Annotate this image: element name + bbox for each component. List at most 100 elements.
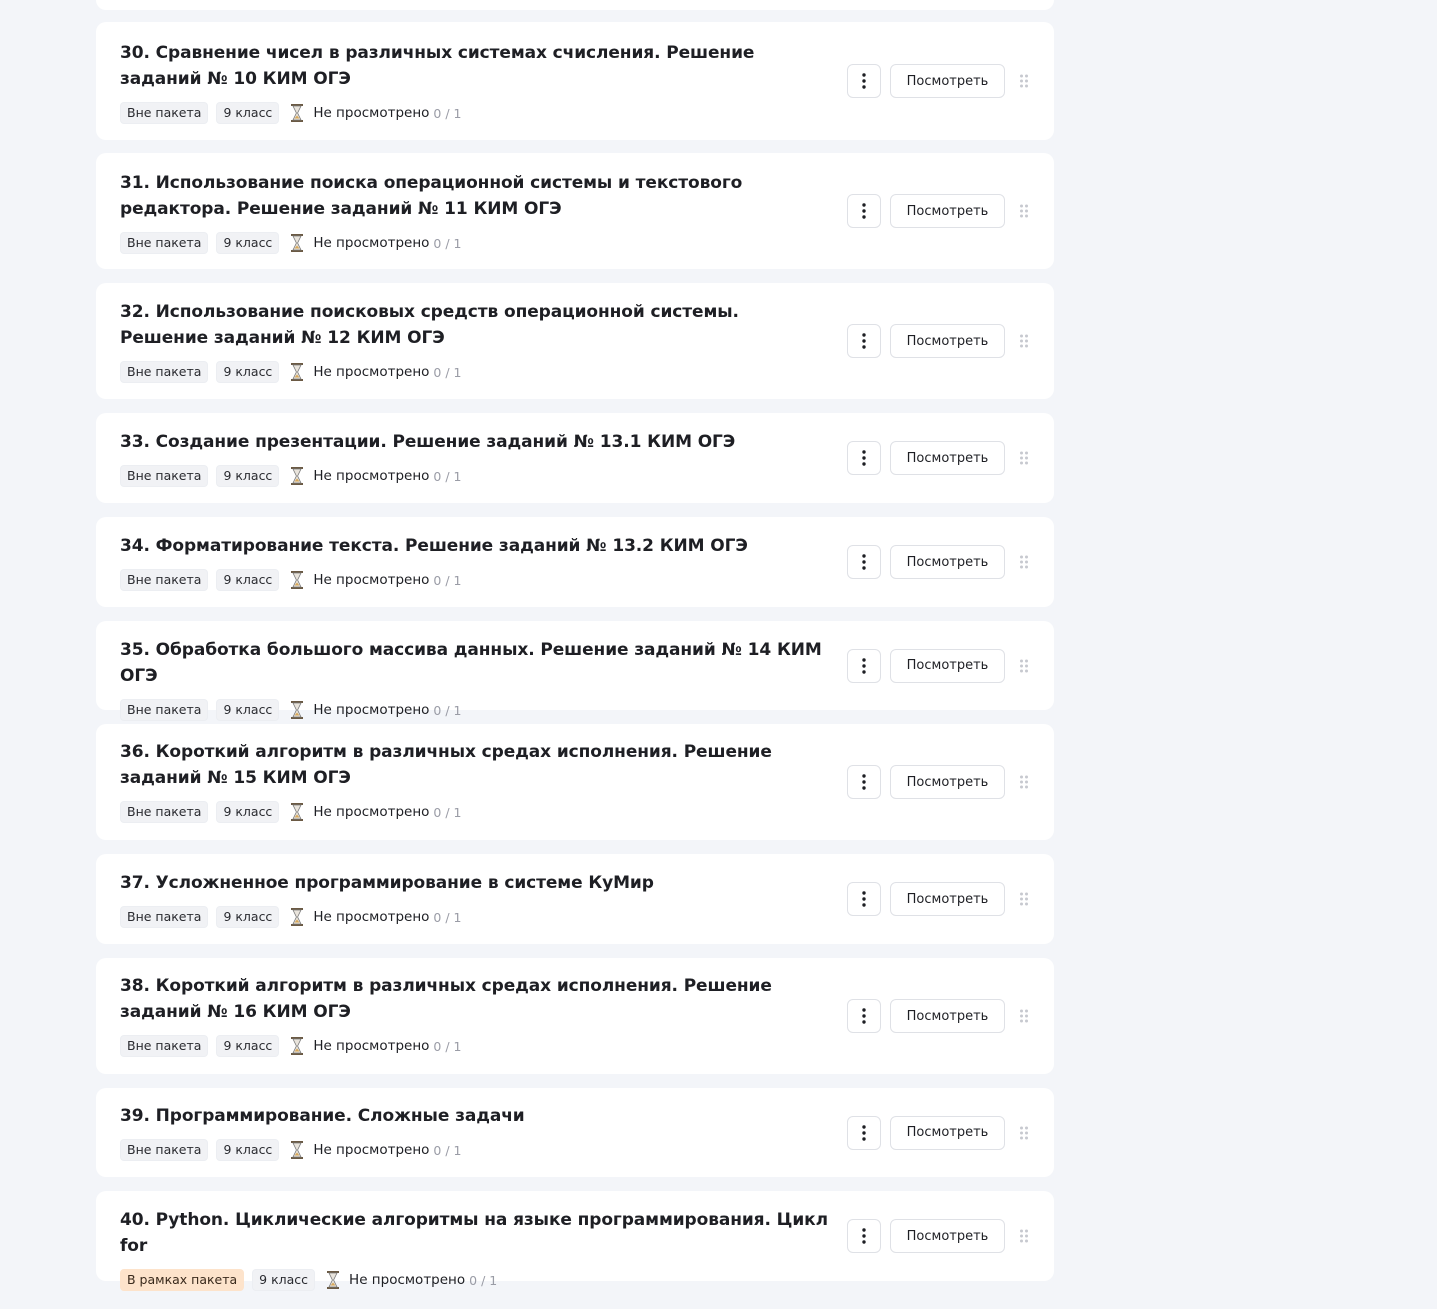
lesson-card: 35. Обработка большого массива данных. Р… <box>96 621 1054 721</box>
drag-handle-icon[interactable] <box>1018 1125 1030 1141</box>
view-status: Не просмотрено <box>313 909 430 925</box>
lesson-meta: Вне пакета 9 класс Не просмотрено 0 / 1 <box>120 102 832 124</box>
lesson-title[interactable]: 39. Программирование. Сложные задачи <box>120 1103 832 1129</box>
lesson-meta: Вне пакета 9 класс Не просмотрено 0 / 1 <box>120 906 832 928</box>
hourglass-icon <box>289 1036 305 1056</box>
view-button[interactable]: Посмотреть <box>890 324 1005 358</box>
lesson-meta: Вне пакета 9 класс Не просмотрено 0 / 1 <box>120 569 832 591</box>
lesson-title[interactable]: 30. Сравнение чисел в различных системах… <box>120 40 832 92</box>
view-button[interactable]: Посмотреть <box>890 882 1005 916</box>
drag-handle-icon[interactable] <box>1018 554 1030 570</box>
view-button[interactable]: Посмотреть <box>890 545 1005 579</box>
grade-tag: 9 класс <box>216 569 280 591</box>
hourglass-icon <box>325 1270 341 1290</box>
drag-handle-icon[interactable] <box>1018 891 1030 907</box>
hourglass-icon <box>289 1140 305 1160</box>
view-status: Не просмотрено <box>313 804 430 820</box>
more-menu-button[interactable] <box>847 324 881 358</box>
lesson-title[interactable]: 35. Обработка большого массива данных. Р… <box>120 637 832 689</box>
lesson-card: 36. Короткий алгоритм в различных средах… <box>96 724 1054 840</box>
grade-tag: 9 класс <box>216 465 280 487</box>
view-button[interactable]: Посмотреть <box>890 1219 1005 1253</box>
more-vertical-icon <box>862 203 866 219</box>
view-progress: 0 / 1 <box>433 909 462 925</box>
lesson-card: 38. Короткий алгоритм в различных средах… <box>96 958 1054 1074</box>
view-progress: 0 / 1 <box>433 1038 462 1054</box>
lesson-card: 30. Сравнение чисел в различных системах… <box>96 22 1054 140</box>
drag-handle-icon[interactable] <box>1018 203 1030 219</box>
lesson-title[interactable]: 32. Использование поисковых средств опер… <box>120 299 832 351</box>
view-button[interactable]: Посмотреть <box>890 194 1005 228</box>
more-vertical-icon <box>862 73 866 89</box>
more-menu-button[interactable] <box>847 882 881 916</box>
drag-handle-icon[interactable] <box>1018 333 1030 349</box>
grade-tag: 9 класс <box>216 801 280 823</box>
package-tag: Вне пакета <box>120 361 209 383</box>
lesson-title[interactable]: 33. Создание презентации. Решение задани… <box>120 429 832 455</box>
more-menu-button[interactable] <box>847 648 881 683</box>
view-status: Не просмотрено <box>313 572 430 588</box>
more-menu-button[interactable] <box>847 1219 881 1253</box>
drag-handle-icon[interactable] <box>1018 1008 1030 1024</box>
lesson-title[interactable]: 31. Использование поиска операционной си… <box>120 170 832 222</box>
lesson-title[interactable]: 37. Усложненное программирование в систе… <box>120 870 832 896</box>
package-tag: Вне пакета <box>120 699 209 721</box>
view-status: Не просмотрено <box>313 702 430 718</box>
more-vertical-icon <box>862 333 866 349</box>
more-vertical-icon <box>862 1008 866 1024</box>
view-progress: 0 / 1 <box>433 804 462 820</box>
more-vertical-icon <box>862 450 866 466</box>
lesson-meta: Вне пакета 9 класс Не просмотрено 0 / 1 <box>120 361 832 383</box>
lesson-card: 32. Использование поисковых средств опер… <box>96 283 1054 399</box>
drag-handle-icon[interactable] <box>1018 1228 1030 1244</box>
more-menu-button[interactable] <box>847 1115 881 1150</box>
view-button[interactable]: Посмотреть <box>890 1115 1005 1150</box>
view-status: Не просмотрено <box>313 105 430 121</box>
lesson-meta: В рамках пакета 9 класс Не просмотрено 0… <box>120 1269 832 1291</box>
card-actions: Посмотреть <box>847 64 1030 98</box>
view-button[interactable]: Посмотреть <box>890 441 1005 475</box>
card-actions: Посмотреть <box>847 1219 1030 1253</box>
more-menu-button[interactable] <box>847 545 881 579</box>
card-actions: Посмотреть <box>847 882 1030 916</box>
package-tag: Вне пакета <box>120 465 209 487</box>
lesson-title[interactable]: 34. Форматирование текста. Решение задан… <box>120 533 832 559</box>
view-button[interactable]: Посмотреть <box>890 999 1005 1033</box>
lesson-title[interactable]: 36. Короткий алгоритм в различных средах… <box>120 739 832 791</box>
drag-handle-icon[interactable] <box>1018 658 1030 674</box>
package-tag: Вне пакета <box>120 1035 209 1057</box>
package-tag: Вне пакета <box>120 906 209 928</box>
view-progress: 0 / 1 <box>433 468 462 484</box>
hourglass-icon <box>289 103 305 123</box>
view-status: Не просмотрено <box>313 468 430 484</box>
more-menu-button[interactable] <box>847 64 881 98</box>
lesson-meta: Вне пакета 9 класс Не просмотрено 0 / 1 <box>120 232 832 254</box>
lesson-card: 31. Использование поиска операционной си… <box>96 153 1054 269</box>
view-progress: 0 / 1 <box>433 572 462 588</box>
more-menu-button[interactable] <box>847 194 881 228</box>
drag-handle-icon[interactable] <box>1018 774 1030 790</box>
package-tag: Вне пакета <box>120 569 209 591</box>
drag-handle-icon[interactable] <box>1018 73 1030 89</box>
grade-tag: 9 класс <box>216 361 280 383</box>
hourglass-icon <box>289 700 305 720</box>
view-progress: 0 / 1 <box>433 235 462 251</box>
lesson-title[interactable]: 40. Python. Циклические алгоритмы на язы… <box>120 1207 832 1259</box>
view-button[interactable]: Посмотреть <box>890 64 1005 98</box>
more-menu-button[interactable] <box>847 765 881 799</box>
more-menu-button[interactable] <box>847 441 881 475</box>
card-actions: Посмотреть <box>847 194 1030 228</box>
view-button[interactable]: Посмотреть <box>890 765 1005 799</box>
hourglass-icon <box>289 570 305 590</box>
lesson-title[interactable]: 38. Короткий алгоритм в различных средах… <box>120 973 832 1025</box>
view-button[interactable]: Посмотреть <box>890 648 1005 683</box>
more-vertical-icon <box>862 1124 866 1141</box>
grade-tag: 9 класс <box>216 699 280 721</box>
more-menu-button[interactable] <box>847 999 881 1033</box>
drag-handle-icon[interactable] <box>1018 450 1030 466</box>
package-tag: Вне пакета <box>120 1139 209 1161</box>
hourglass-icon <box>289 233 305 253</box>
view-status: Не просмотрено <box>313 1142 430 1158</box>
lesson-card: 37. Усложненное программирование в систе… <box>96 854 1054 944</box>
hourglass-icon <box>289 802 305 822</box>
